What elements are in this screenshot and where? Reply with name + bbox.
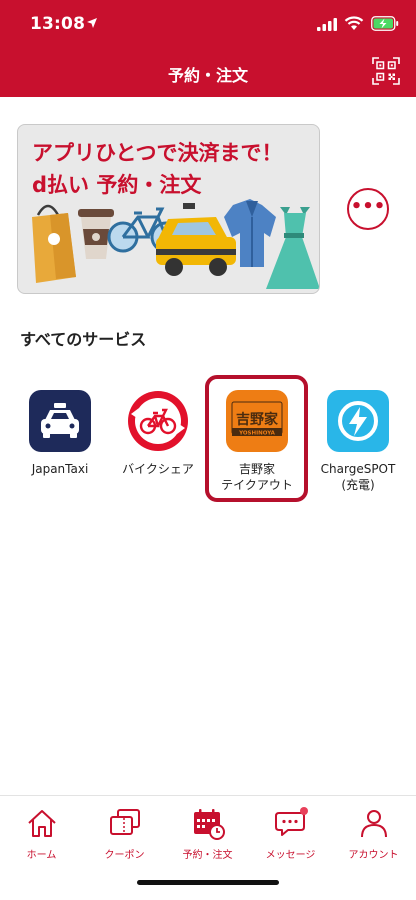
tab-label: 予約・注文 (182, 850, 233, 861)
app-header: 13:08 予約・注文 (0, 0, 416, 97)
banner-illustration (32, 199, 319, 289)
shopping-bag-icon (32, 204, 76, 283)
account-icon (360, 810, 387, 838)
charge-spot-icon (327, 390, 389, 452)
promo-banner[interactable]: アプリひとつで決済まで！ d払い 予約・注文 (17, 124, 320, 294)
qr-scan-icon[interactable] (372, 57, 400, 85)
page-title: 予約・注文 (167, 66, 248, 85)
coupon-icon (109, 809, 140, 835)
message-icon (274, 807, 308, 836)
tab-order[interactable]: 予約・注文 (166, 806, 249, 861)
tab-home[interactable]: ホーム (0, 806, 83, 861)
service-chargespot[interactable]: ChargeSPOT (充電) (311, 390, 405, 493)
status-bar: 13:08 (0, 0, 416, 44)
service-label: JapanTaxi (31, 462, 89, 476)
tab-label: アカウント (348, 850, 399, 861)
tab-message[interactable]: メッセージ (249, 806, 332, 861)
yoshinoya-logo-text: 吉野家 (236, 411, 279, 428)
wifi-icon (344, 16, 364, 30)
notification-dot (299, 807, 308, 815)
service-bike-share[interactable]: バイクシェア (111, 390, 205, 477)
service-japantaxi[interactable]: JapanTaxi (13, 390, 107, 477)
location-arrow-icon (87, 18, 97, 28)
bike-share-icon (128, 391, 188, 451)
banner-subheadline: d払い 予約・注文 (32, 173, 202, 197)
yoshinoya-logo-subtext: YOSHINOYA (238, 431, 276, 437)
services-section-title: すべてのサービス (20, 330, 147, 349)
tab-label: ホーム (26, 850, 57, 861)
taxi-icon (29, 390, 91, 452)
status-time: 13:08 (30, 14, 86, 34)
taxi-car-illustration-icon (156, 203, 236, 276)
tab-label: メッセージ (265, 850, 316, 861)
tab-account[interactable]: アカウント (332, 806, 415, 861)
yoshinoya-logo: 吉野家 YOSHINOYA (226, 390, 288, 452)
service-label: 吉野家 テイクアウト (221, 462, 293, 492)
home-indicator[interactable] (137, 880, 279, 885)
service-label: バイクシェア (122, 462, 194, 476)
service-yoshinoya-takeout[interactable]: 吉野家 YOSHINOYA 吉野家 テイクアウト (210, 390, 304, 493)
banner-headline: アプリひとつで決済まで！ (32, 141, 283, 165)
cellular-signal-icon (317, 18, 337, 31)
home-icon (27, 810, 56, 837)
battery-charging-icon (371, 16, 399, 31)
service-label: ChargeSPOT (充電) (320, 462, 396, 492)
tab-coupon[interactable]: クーポン (83, 806, 166, 861)
tab-label: クーポン (104, 850, 145, 861)
more-options-button[interactable]: ••• (347, 188, 389, 230)
calendar-order-icon (193, 809, 225, 840)
